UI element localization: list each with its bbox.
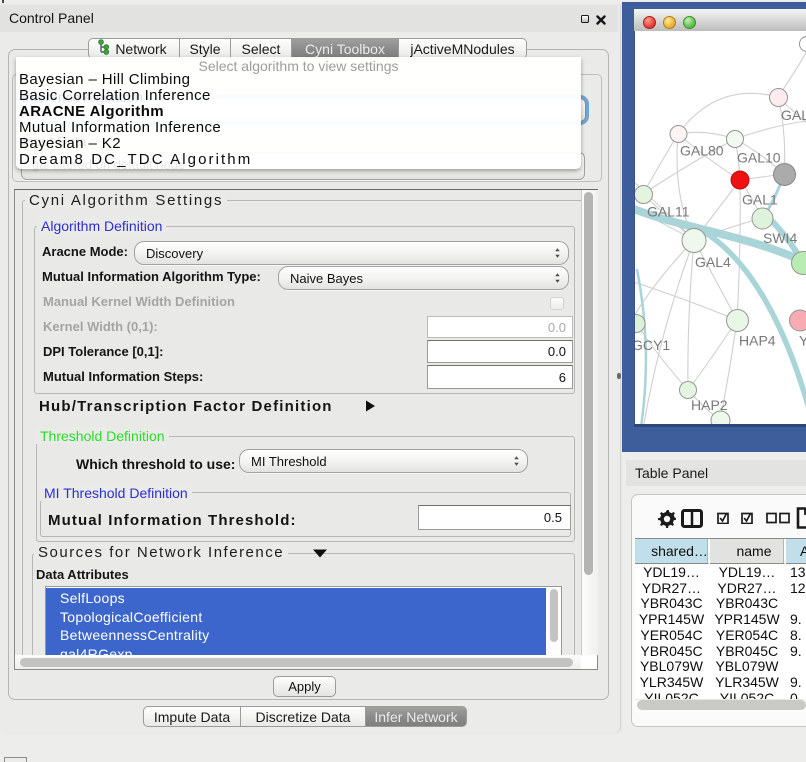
svg-text:YJ: YJ <box>799 333 806 349</box>
svg-text:GAL4: GAL4 <box>695 254 731 270</box>
svg-text:GAL1: GAL1 <box>742 192 778 208</box>
svg-text:GAL7: GAL7 <box>781 107 806 123</box>
svg-text:HAP2: HAP2 <box>691 397 728 413</box>
svg-text:HAP4: HAP4 <box>739 333 776 349</box>
svg-text:SWI4: SWI4 <box>763 230 797 246</box>
svg-text:GAL11: GAL11 <box>647 204 690 220</box>
svg-text:GAL10: GAL10 <box>737 150 781 166</box>
svg-text:GAL80: GAL80 <box>680 143 724 159</box>
svg-text:GCY1: GCY1 <box>635 337 670 353</box>
